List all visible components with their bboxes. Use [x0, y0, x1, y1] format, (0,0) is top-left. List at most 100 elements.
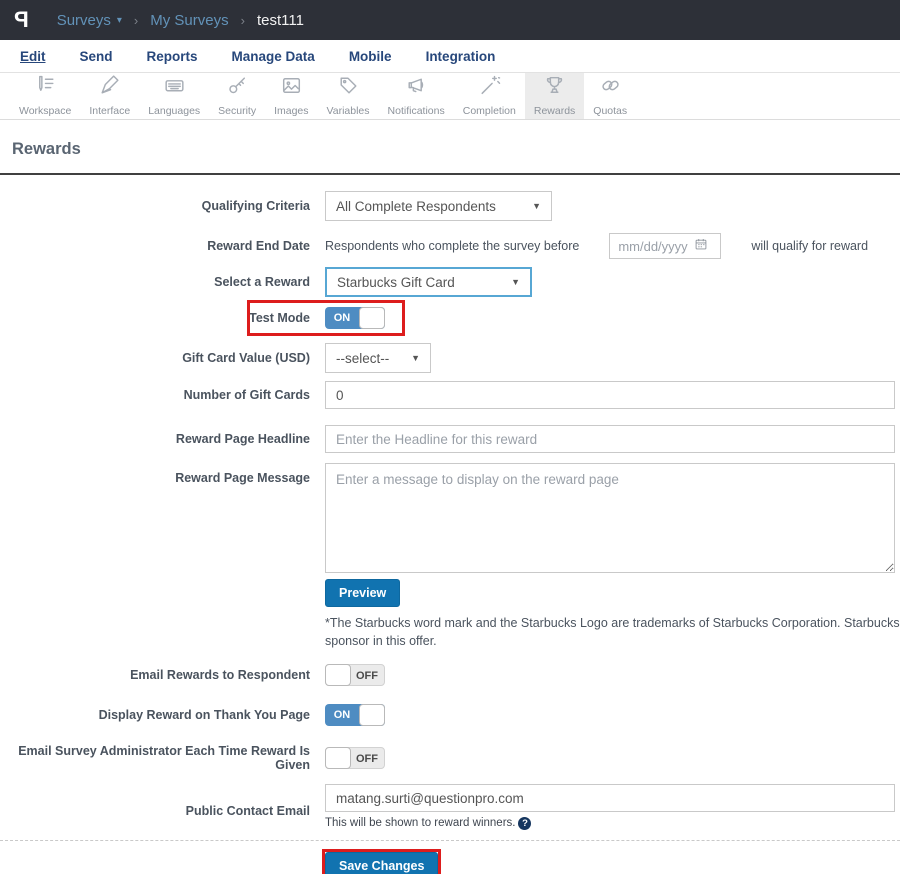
public-email-input[interactable]	[325, 784, 895, 812]
select-caret-icon: ▼	[532, 201, 541, 211]
toolbar-item-label: Workspace	[19, 105, 72, 117]
toggle-state-text: OFF	[356, 670, 378, 682]
reward-end-date-prefix: Respondents who complete the survey befo…	[325, 239, 580, 253]
tab-reports[interactable]: Reports	[147, 49, 198, 64]
gift-card-value-select[interactable]: --select-- ▼	[325, 343, 431, 373]
toolbar-item-completion[interactable]: Completion	[454, 73, 525, 119]
workspace-icon	[33, 73, 58, 103]
tab-send[interactable]: Send	[80, 49, 113, 64]
megaphone-icon	[404, 73, 429, 103]
toggle-state-text: ON	[333, 709, 351, 721]
test-mode-toggle[interactable]: ON	[325, 307, 385, 329]
breadcrumb-separator: ›	[240, 12, 245, 28]
toggle-knob	[359, 307, 385, 329]
toolbar-item-variables[interactable]: Variables	[318, 73, 379, 119]
tab-edit[interactable]: Edit	[20, 49, 46, 64]
chevron-down-icon[interactable]: ▾	[117, 15, 122, 26]
tab-manage-data[interactable]: Manage Data	[232, 49, 315, 64]
toggle-state-text: ON	[333, 312, 351, 324]
qualifying-criteria-value: All Complete Respondents	[336, 198, 496, 214]
test-mode-label: Test Mode	[249, 311, 310, 325]
toolbar-item-images[interactable]: Images	[265, 73, 317, 119]
toolbar-item-label: Notifications	[387, 105, 445, 117]
select-caret-icon: ▼	[411, 353, 420, 363]
qualifying-criteria-select[interactable]: All Complete Respondents ▼	[325, 191, 552, 221]
disclaimer-line-1: *The Starbucks word mark and the Starbuc…	[325, 616, 900, 630]
reward-end-date-field[interactable]	[609, 233, 722, 259]
toolbar-item-label: Variables	[326, 105, 370, 117]
toggle-state-text: OFF	[356, 753, 378, 765]
toolbar-item-label: Rewards	[533, 105, 576, 117]
save-annotation-box: Save Changes	[322, 849, 442, 874]
main-tab-bar: Edit Send Reports Manage Data Mobile Int…	[0, 40, 900, 73]
toolbar-item-label: Languages	[148, 105, 201, 117]
toolbar-item-label: Completion	[462, 105, 516, 117]
public-email-note: This will be shown to reward winners.?	[325, 817, 532, 830]
select-reward-value: Starbucks Gift Card	[337, 274, 455, 290]
breadcrumb-surveys[interactable]: Surveys	[57, 12, 111, 29]
display-reward-toggle[interactable]: ON	[325, 704, 385, 726]
public-email-note-text: This will be shown to reward winners.	[325, 817, 516, 829]
top-navigation-bar: P Surveys ▾ › My Surveys › test111	[0, 0, 900, 40]
title-divider	[0, 173, 900, 175]
reward-end-date-suffix: will qualify for reward	[751, 239, 869, 253]
email-rewards-toggle[interactable]: OFF	[325, 664, 385, 686]
toolbar-item-label: Security	[218, 105, 257, 117]
reward-end-date-input[interactable]	[618, 238, 695, 254]
select-reward-select[interactable]: Starbucks Gift Card ▼	[325, 267, 532, 297]
breadcrumb-current-survey: test111	[256, 11, 304, 29]
magic-wand-icon	[477, 73, 502, 103]
tab-integration[interactable]: Integration	[426, 49, 496, 64]
save-changes-button[interactable]: Save Changes	[325, 852, 439, 874]
display-reward-label: Display Reward on Thank You Page	[98, 708, 310, 722]
reward-end-date-label: Reward End Date	[207, 239, 310, 253]
gift-card-value-label: Gift Card Value (USD)	[182, 351, 310, 365]
page-title: Rewards	[12, 140, 81, 158]
preview-button[interactable]: Preview	[325, 579, 401, 607]
select-caret-icon: ▼	[511, 277, 520, 287]
tab-mobile[interactable]: Mobile	[349, 49, 392, 64]
calendar-icon[interactable]	[694, 237, 708, 256]
chain-links-icon	[598, 73, 623, 103]
toolbar-item-notifications[interactable]: Notifications	[379, 73, 454, 119]
rewards-form: Qualifying Criteria All Complete Respond…	[0, 191, 900, 874]
qualifying-criteria-label: Qualifying Criteria	[201, 199, 310, 213]
toggle-knob	[359, 704, 385, 726]
message-label: Reward Page Message	[175, 471, 310, 485]
select-reward-label: Select a Reward	[214, 275, 310, 289]
starbucks-disclaimer: *The Starbucks word mark and the Starbuc…	[325, 615, 900, 650]
toolbar-item-label: Interface	[89, 105, 131, 117]
toggle-knob	[325, 747, 351, 769]
message-textarea[interactable]	[325, 463, 895, 573]
public-email-label: Public Contact Email	[185, 804, 310, 818]
headline-input[interactable]	[325, 425, 895, 453]
toolbar-item-label: Images	[274, 105, 309, 117]
settings-toolbar: Workspace Interface Languages Security I…	[0, 73, 900, 120]
image-icon	[279, 73, 304, 103]
num-gift-cards-input[interactable]	[325, 381, 895, 409]
toggle-knob	[325, 664, 351, 686]
email-admin-label: Email Survey Administrator Each Time Rew…	[18, 744, 310, 772]
tag-icon	[336, 73, 361, 103]
keyboard-icon	[162, 73, 187, 103]
disclaimer-line-2: sponsor in this offer.	[325, 633, 437, 648]
breadcrumb-separator: ›	[133, 12, 139, 28]
toolbar-item-languages[interactable]: Languages	[139, 73, 209, 119]
email-admin-toggle[interactable]: OFF	[325, 747, 385, 769]
questionpro-logo-icon[interactable]: P	[14, 7, 29, 33]
toolbar-item-label: Quotas	[593, 105, 628, 117]
toolbar-item-interface[interactable]: Interface	[80, 73, 139, 119]
interface-icon	[97, 73, 122, 103]
toolbar-item-rewards[interactable]: Rewards	[524, 73, 585, 119]
toolbar-item-security[interactable]: Security	[209, 73, 265, 119]
toolbar-item-workspace[interactable]: Workspace	[10, 73, 80, 119]
breadcrumb-my-surveys[interactable]: My Surveys	[150, 12, 228, 29]
headline-label: Reward Page Headline	[175, 432, 310, 446]
gift-card-value-value: --select--	[336, 350, 390, 366]
help-icon[interactable]: ?	[518, 817, 532, 830]
key-icon	[225, 73, 250, 103]
toolbar-item-quotas[interactable]: Quotas	[584, 73, 636, 119]
dashed-divider	[0, 840, 900, 841]
trophy-icon	[542, 73, 567, 103]
num-gift-cards-label: Number of Gift Cards	[183, 388, 310, 402]
